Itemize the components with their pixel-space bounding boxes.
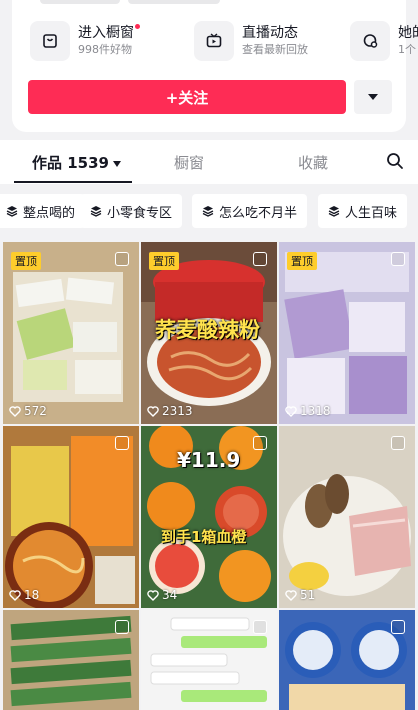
chip-label: 人生百味 [345,205,398,221]
select-checkbox[interactable] [253,252,267,266]
video-thumbnail[interactable]: ¥11.9 到手1箱血橙 34 [141,426,277,608]
heart-icon [9,405,21,417]
heart-icon [147,589,159,601]
like-count: 51 [285,588,315,602]
chip-diet[interactable]: 怎么吃不月半 [192,194,308,228]
select-checkbox[interactable] [391,620,405,634]
heart-icon [285,589,297,601]
select-checkbox[interactable] [391,436,405,450]
chip-life[interactable]: 人生百味 [318,194,408,228]
video-thumbnail-image [3,426,139,608]
like-count: 34 [147,588,177,602]
video-thumbnail[interactable]: 置顶 1318 [279,242,415,424]
like-count-value: 34 [162,588,178,602]
select-checkbox[interactable] [115,252,129,266]
follow-button[interactable]: +关注 [28,80,346,114]
chip-drinks[interactable]: 整点喝的 [0,194,86,228]
like-count: 18 [9,588,39,602]
live-entry[interactable]: 直播动态 查看最新回放 [194,18,308,64]
video-thumbnail[interactable]: 置顶 572 [3,242,139,424]
tab-works-label: 作品 1539 [32,154,109,172]
pinned-badge: 置顶 [287,252,317,270]
pinned-badge: 置顶 [149,252,179,270]
search-icon[interactable] [386,152,404,174]
like-count-value: 2313 [162,404,193,418]
caret-down-icon [112,160,121,167]
select-checkbox[interactable] [115,620,129,634]
select-checkbox[interactable] [253,436,267,450]
video-thumbnail[interactable]: 51 [279,426,415,608]
group-title: 她的 [398,25,418,41]
video-thumbnail[interactable]: 置顶 荞麦酸辣粉 2313 [141,242,277,424]
heart-icon [285,405,297,417]
collection-chips: 整点喝的 小零食专区 怎么吃不月半 人生百味 [0,190,418,232]
profile-tabs: 作品 1539 橱窗 收藏 [0,140,418,184]
heart-icon [9,589,21,601]
like-count-value: 572 [24,404,47,418]
live-title: 直播动态 [242,25,298,41]
shop-card: 进入橱窗 998件好物 直播动态 查看最新回放 她的 1个 +关注 [12,0,418,132]
chip-snacks[interactable]: 小零食专区 [80,194,183,228]
stack-icon [6,205,18,217]
video-grid: 置顶 572 置顶 荞麦酸辣粉 2313 置顶 1318 18 ¥11.9 到手… [3,242,416,710]
shop-window-entry[interactable]: 进入橱窗 998件好物 [30,18,140,64]
video-thumbnail-image [279,426,415,608]
chip-label: 怎么吃不月半 [219,205,298,221]
active-tab-indicator [14,181,132,183]
stack-icon [328,205,340,217]
video-thumbnail[interactable]: 18 [3,426,139,608]
notification-dot [135,24,140,29]
caret-down-icon [368,94,378,100]
video-thumbnail[interactable] [141,610,277,710]
like-count: 1318 [285,404,331,418]
bag-icon [30,21,70,61]
more-options-button[interactable] [354,80,392,114]
like-count: 2313 [147,404,193,418]
like-count: 572 [9,404,47,418]
previous-item-edge [40,0,120,4]
price-caption: ¥11.9 [177,448,241,472]
video-caption: 荞麦酸辣粉 [155,318,260,342]
tab-works[interactable]: 作品 1539 [32,152,121,173]
shop-window-subtitle: 998件好物 [78,43,132,56]
chip-label: 整点喝的 [23,205,76,221]
live-subtitle: 查看最新回放 [242,43,308,56]
chat-icon [350,21,390,61]
like-count-value: 18 [24,588,40,602]
select-checkbox[interactable] [253,620,267,634]
like-count-value: 51 [300,588,316,602]
like-count-value: 1318 [300,404,331,418]
stack-icon [90,205,102,217]
stack-icon [202,205,214,217]
select-checkbox[interactable] [115,436,129,450]
video-thumbnail[interactable] [3,610,139,710]
previous-item-edge [128,0,220,4]
video-thumbnail[interactable] [279,610,415,710]
tv-icon [194,21,234,61]
shop-window-title: 进入橱窗 [78,25,134,41]
heart-icon [147,405,159,417]
video-caption: 到手1箱血橙 [161,528,247,546]
chip-label: 小零食专区 [107,205,173,221]
tab-showcase[interactable]: 橱窗 [174,152,204,173]
group-entry[interactable]: 她的 1个 [350,18,418,64]
group-subtitle: 1个 [398,43,416,56]
select-checkbox[interactable] [391,252,405,266]
pinned-badge: 置顶 [11,252,41,270]
tab-favorites[interactable]: 收藏 [298,152,328,173]
